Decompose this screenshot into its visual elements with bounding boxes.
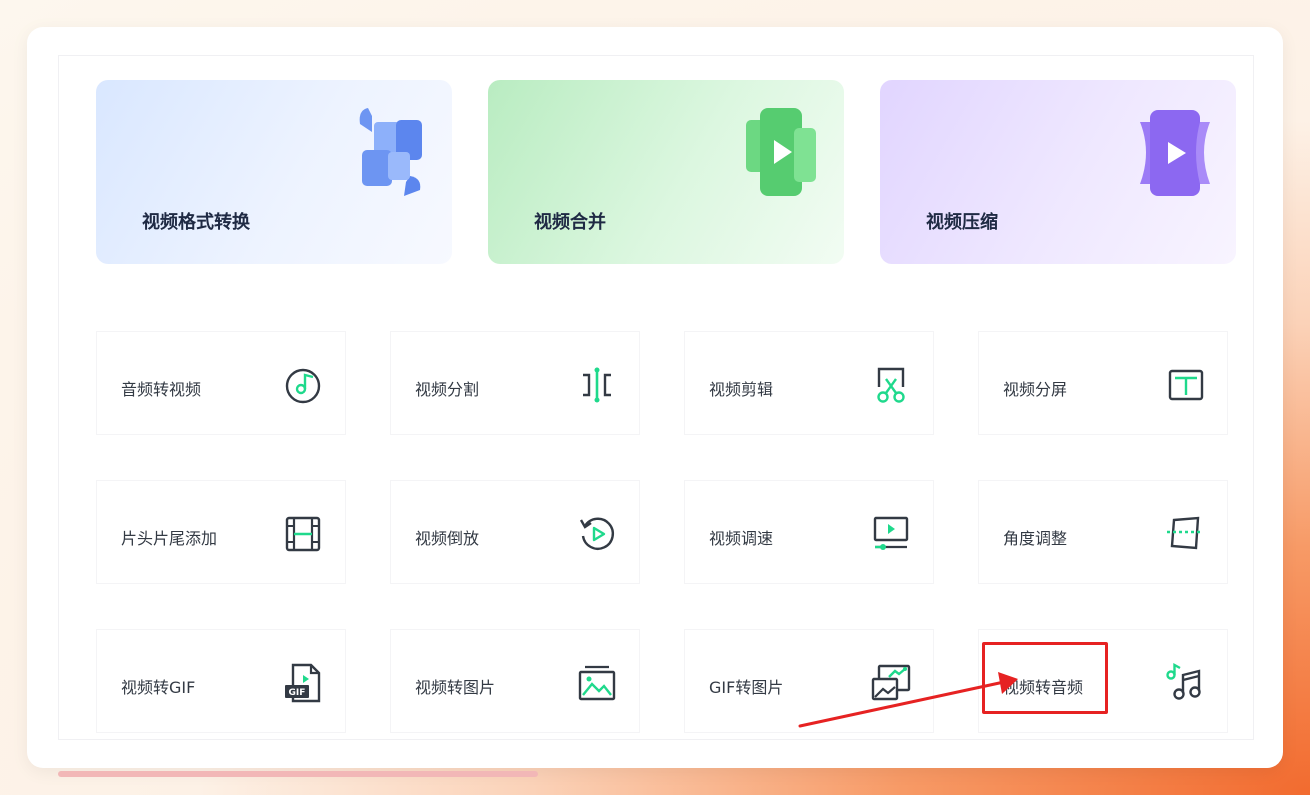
- svg-text:GIF: GIF: [289, 688, 306, 698]
- feature-title: 视频合并: [534, 212, 606, 233]
- compress-icon: [1140, 110, 1210, 196]
- feature-title: 视频压缩: [926, 212, 998, 233]
- split-screen-icon: [1168, 369, 1204, 401]
- scissors-icon: [877, 367, 905, 403]
- rotate-icon: [1167, 516, 1203, 550]
- format-convert-icon: [359, 108, 422, 196]
- annotation-arrow: [798, 672, 1018, 728]
- tool-label: 音频转视频: [121, 380, 202, 399]
- tool-label: GIF转图片: [709, 678, 784, 697]
- tool-video-to-gif[interactable]: 视频转GIF GIF: [96, 629, 346, 733]
- image-icon: [578, 665, 616, 701]
- tool-video-to-image[interactable]: 视频转图片: [390, 629, 640, 733]
- speed-icon: [873, 516, 909, 550]
- feature-card-format-convert[interactable]: 视频格式转换: [96, 80, 452, 264]
- tool-label: 视频剪辑: [709, 380, 774, 399]
- horizontal-scrollbar[interactable]: [58, 771, 538, 777]
- tool-angle[interactable]: 角度调整: [978, 480, 1228, 584]
- tool-label: 片头片尾添加: [121, 529, 218, 548]
- tool-label: 视频调速: [709, 529, 774, 548]
- gif-file-icon: GIF: [285, 663, 321, 703]
- tool-audio-to-video[interactable]: 音频转视频: [96, 331, 346, 435]
- tool-split-screen[interactable]: 视频分屏: [978, 331, 1228, 435]
- tool-edit[interactable]: 视频剪辑: [684, 331, 934, 435]
- audio-to-video-icon: [285, 368, 321, 404]
- tool-label: 视频分屏: [1003, 380, 1068, 399]
- tool-label: 视频分割: [415, 380, 480, 399]
- tool-label: 视频转图片: [415, 678, 496, 697]
- rewind-icon: [579, 517, 615, 550]
- film-strip-icon: [285, 516, 321, 552]
- feature-card-compress[interactable]: 视频压缩: [880, 80, 1236, 264]
- tool-reverse[interactable]: 视频倒放: [390, 480, 640, 584]
- tool-intro-outro[interactable]: 片头片尾添加: [96, 480, 346, 584]
- split-icon: [583, 367, 611, 403]
- tool-label: 角度调整: [1003, 529, 1068, 548]
- feature-card-merge[interactable]: 视频合并: [488, 80, 844, 264]
- tool-speed[interactable]: 视频调速: [684, 480, 934, 584]
- music-note-icon: [1166, 663, 1201, 700]
- tool-label: 视频转GIF: [121, 678, 196, 697]
- tool-split[interactable]: 视频分割: [390, 331, 640, 435]
- tool-label: 视频倒放: [415, 529, 480, 548]
- feature-title: 视频格式转换: [142, 212, 250, 233]
- merge-icon: [746, 108, 816, 196]
